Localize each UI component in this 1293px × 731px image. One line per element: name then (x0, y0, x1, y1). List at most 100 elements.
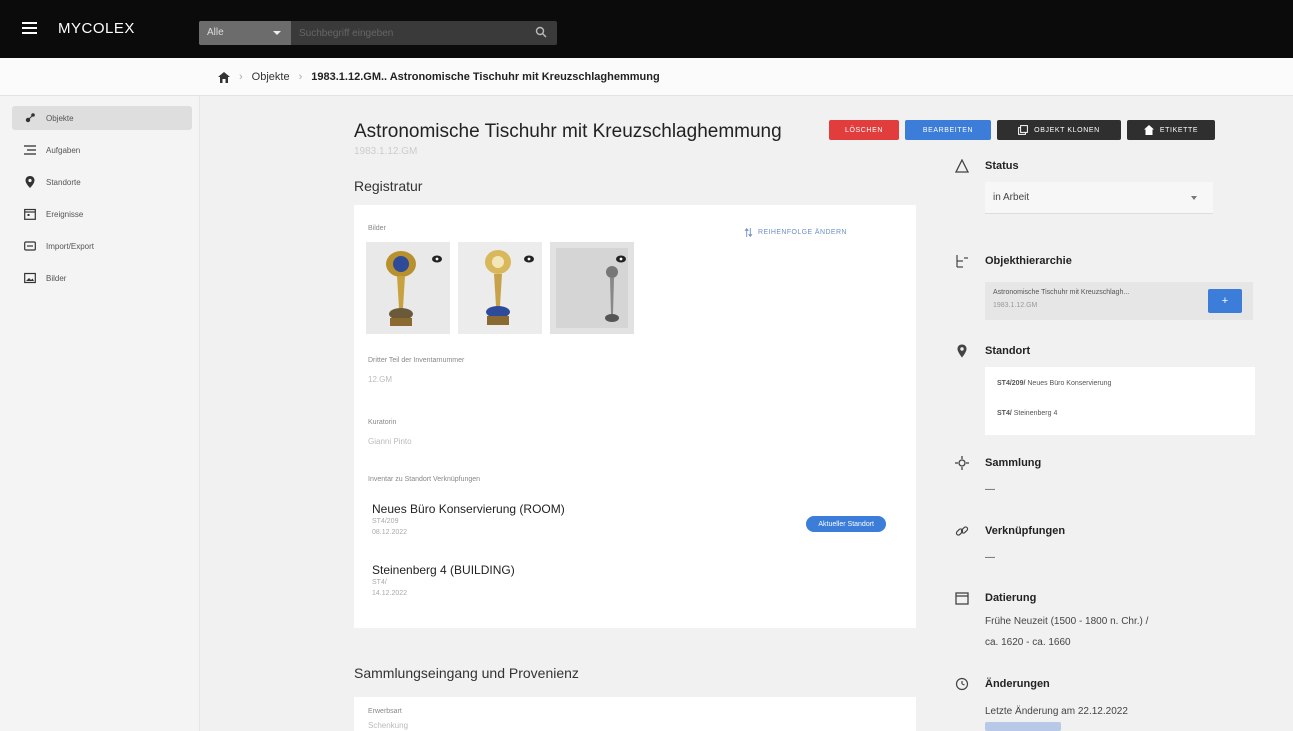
delete-button[interactable]: LÖSCHEN (829, 120, 899, 140)
hamburger-menu-icon[interactable] (22, 22, 37, 34)
location-date: 08.12.2022 (372, 529, 408, 536)
sidebar-item-images[interactable]: Bilder (12, 266, 192, 290)
calendar-icon (955, 592, 969, 605)
aenderungen-title: Änderungen (985, 678, 1050, 690)
clone-object-button[interactable]: OBJEKT KLONEN (997, 120, 1121, 140)
view-icon[interactable] (616, 255, 626, 263)
breadcrumb-separator: › (239, 71, 243, 83)
breadcrumb-bar: › Objekte › 1983.1.12.GM.. Astronomische… (0, 58, 1293, 96)
datierung-line1: Frühe Neuzeit (1500 - 1800 n. Chr.) / (985, 616, 1149, 627)
label-button-text: ETIKETTE (1159, 126, 1199, 134)
location-code: ST4/ (372, 579, 387, 586)
sidebar-item-label: Import/Export (46, 241, 95, 251)
verknuepfungen-title: Verknüpfungen (985, 525, 1066, 537)
section-title-registratur: Registratur (354, 178, 423, 194)
breadcrumb-current: 1983.1.12.GM.. Astronomische Tischuhr mi… (311, 71, 660, 83)
sidebar-item-label: Objekte (46, 113, 74, 123)
view-icon[interactable] (432, 255, 442, 263)
label-button[interactable]: ETIKETTE (1127, 120, 1215, 140)
sidebar-item-label: Aufgaben (46, 145, 81, 155)
standort-code: ST4/209/ (997, 380, 1026, 387)
standort-code: ST4/ (997, 410, 1012, 417)
view-icon[interactable] (524, 255, 534, 263)
field-value: 12.GM (368, 375, 393, 384)
standort-name: Neues Büro Konservierung (1027, 380, 1112, 387)
inventory-number: 1983.1.12.GM (354, 146, 418, 157)
sidebar-item-tasks[interactable]: Aufgaben (12, 138, 192, 162)
location-list-item[interactable]: Steinenberg 4 (BUILDING) ST4/ 14.12.2022 (360, 563, 900, 619)
link-icon (955, 526, 969, 536)
field-label: Kuratorin (368, 419, 397, 426)
registratur-card: Bilder REIHENFOLGE ÄNDERN Dritter Teil d… (354, 205, 916, 628)
locations-label: Inventar zu Standort Verknüpfungen (368, 476, 481, 483)
search-scope-select[interactable]: Alle (199, 21, 291, 45)
chevron-down-icon (273, 31, 281, 35)
edit-button[interactable]: BEARBEITEN (905, 120, 991, 140)
location-icon (957, 344, 967, 358)
field-value: Schenkung (368, 721, 409, 730)
clone-object-label: OBJEKT KLONEN (1034, 126, 1100, 134)
home-label-icon (1143, 125, 1154, 135)
sammlung-value: — (985, 484, 995, 495)
location-date: 14.12.2022 (372, 590, 408, 597)
top-bar: MYCOLEX Alle (0, 0, 1293, 58)
provenienz-card: Erwerbsart Schenkung (354, 697, 916, 731)
breadcrumb-objects[interactable]: Objekte (252, 71, 290, 83)
location-code: ST4/209 (372, 518, 399, 525)
images-icon (24, 272, 36, 284)
status-value: in Arbeit (993, 192, 1030, 203)
aenderungen-value: Letzte Änderung am 22.12.2022 (985, 706, 1128, 717)
location-title: Neues Büro Konservierung (ROOM) (372, 502, 565, 516)
history-link-bar[interactable] (985, 722, 1061, 731)
field-value: Gianni Pinto (368, 437, 412, 446)
tasks-icon (24, 145, 36, 155)
standort-list: ST4/209/ Neues Büro Konservierung ST4/ S… (985, 367, 1255, 435)
breadcrumb-separator: › (298, 71, 303, 83)
search-icon[interactable] (535, 26, 547, 38)
field-label: Erwerbsart (368, 708, 402, 715)
warning-triangle-icon (955, 159, 969, 173)
sidebar-item-label: Standorte (46, 177, 81, 187)
add-child-button[interactable]: + (1208, 289, 1242, 313)
search-input[interactable] (299, 21, 519, 45)
change-order-link[interactable]: REIHENFOLGE ÄNDERN (744, 228, 847, 237)
objects-icon (25, 113, 35, 123)
search-scope-label: Alle (207, 27, 224, 38)
search-bar: Alle (199, 21, 557, 45)
section-title-provenienz: Sammlungseingang und Provenienz (354, 665, 579, 681)
page-title: Astronomische Tischuhr mit Kreuzschlaghe… (354, 121, 782, 142)
standort-name: Steinenberg 4 (1013, 410, 1058, 417)
collection-icon (955, 456, 969, 470)
current-location-badge[interactable]: Aktueller Standort (806, 516, 886, 532)
field-label: Dritter Teil der Inventarnummer (368, 357, 465, 364)
sidebar-item-locations[interactable]: Standorte (12, 170, 192, 194)
datierung-title: Datierung (985, 592, 1037, 604)
standort-item[interactable]: ST4/209/ Neues Büro Konservierung (997, 380, 1111, 387)
standort-title: Standort (985, 345, 1031, 357)
standort-item[interactable]: ST4/ Steinenberg 4 (997, 410, 1057, 417)
hierarchy-title: Objekthierarchie (985, 255, 1072, 267)
images-label: Bilder (368, 225, 386, 232)
sidebar-item-events[interactable]: Ereignisse (12, 202, 192, 226)
sammlung-title: Sammlung (985, 457, 1042, 469)
sidebar: Objekte Aufgaben Standorte Ereignisse Im… (0, 96, 200, 731)
breadcrumb: › Objekte › 1983.1.12.GM.. Astronomische… (218, 71, 660, 83)
calendar-icon (24, 208, 36, 220)
location-title: Steinenberg 4 (BUILDING) (372, 563, 515, 577)
app-brand[interactable]: MYCOLEX (58, 20, 135, 37)
import-export-icon (24, 241, 36, 251)
sidebar-item-objects[interactable]: Objekte (12, 106, 192, 130)
status-title: Status (985, 160, 1019, 172)
sidebar-item-import-export[interactable]: Import/Export (12, 234, 192, 258)
sidebar-item-label: Bilder (46, 273, 67, 283)
copy-icon (1018, 125, 1029, 135)
home-icon[interactable] (218, 71, 230, 83)
sort-icon (744, 228, 753, 237)
change-order-label: REIHENFOLGE ÄNDERN (758, 229, 847, 236)
hierarchy-item-name: Astronomische Tischuhr mit Kreuzschlagh.… (993, 289, 1130, 296)
hierarchy-item[interactable]: Astronomische Tischuhr mit Kreuzschlagh.… (985, 282, 1253, 320)
status-select[interactable]: in Arbeit (985, 182, 1213, 214)
chevron-down-icon (1191, 196, 1197, 200)
hierarchy-item-code: 1983.1.12.GM (993, 302, 1038, 309)
location-list-item[interactable]: Neues Büro Konservierung (ROOM) ST4/209 … (360, 502, 900, 558)
